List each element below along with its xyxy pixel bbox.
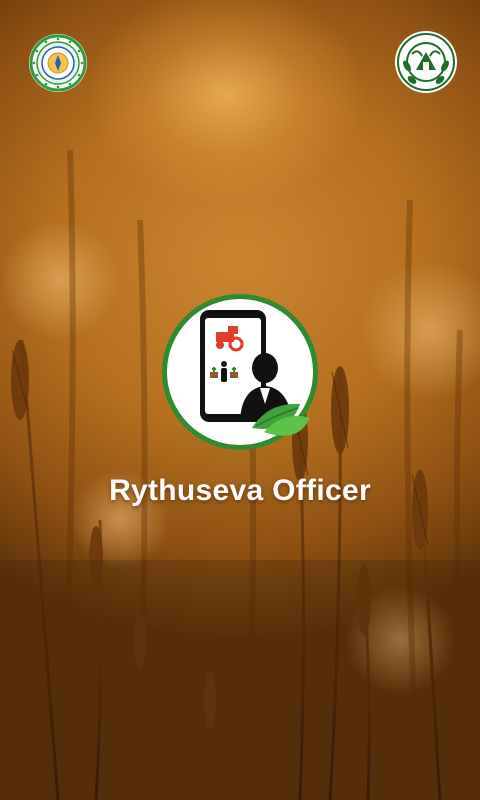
department-of-agriculture-seal-icon xyxy=(29,34,87,92)
splash-screen: Rythuseva Officer xyxy=(0,0,480,800)
farmer-mobile-icon xyxy=(162,294,318,450)
app-title: Rythuseva Officer xyxy=(109,474,371,507)
telugu-emblem-seal-icon xyxy=(395,31,457,93)
